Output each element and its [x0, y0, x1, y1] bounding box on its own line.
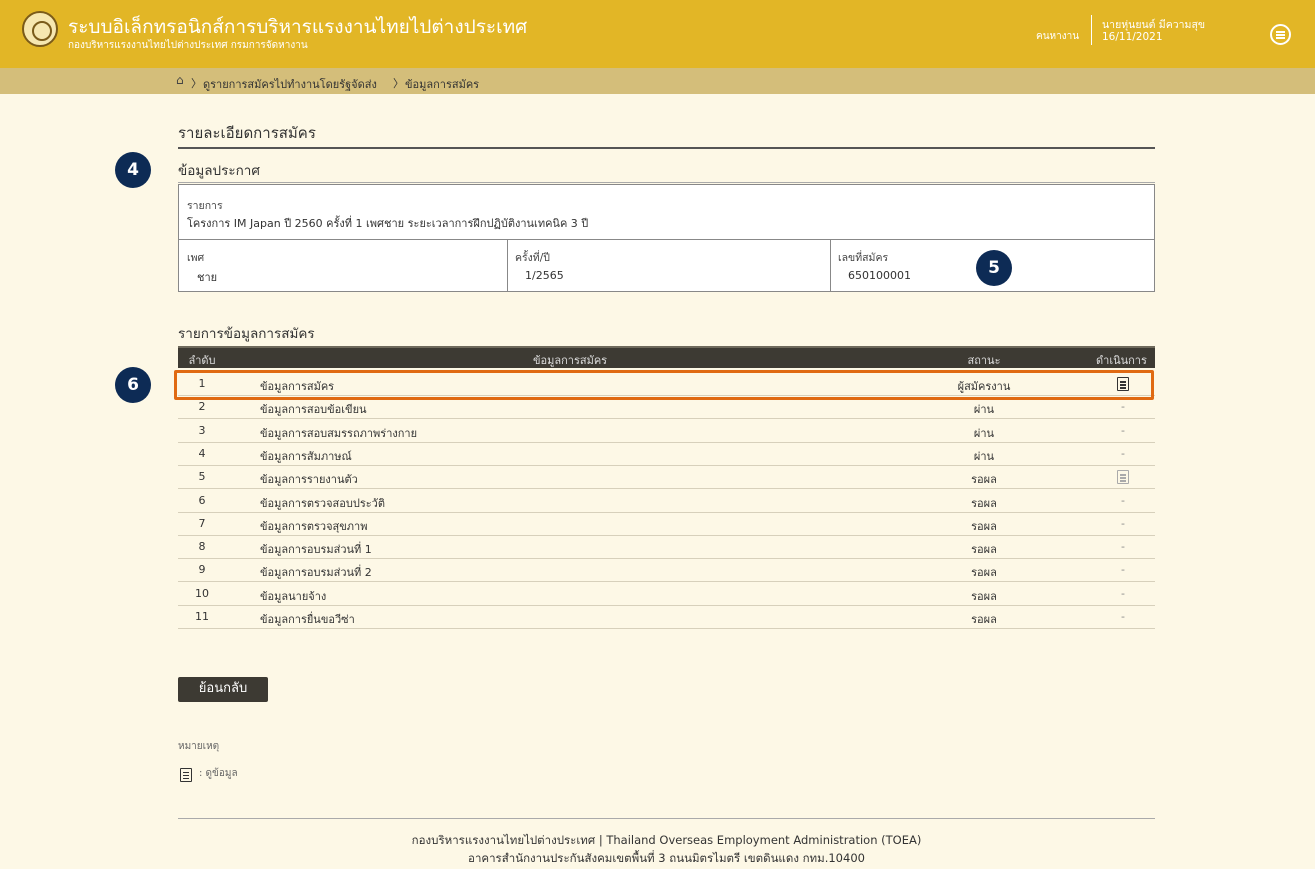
application-number-value: 650100001 [848, 269, 911, 282]
row-title: ข้อมูลการอบรมส่วนที่ 2 [260, 566, 372, 580]
row-action: - [1121, 493, 1125, 507]
row-action: - [1121, 446, 1125, 460]
row-title: ข้อมูลการสอบข้อเขียน [260, 403, 367, 417]
row-status: รอผล [971, 566, 997, 580]
row-status: รอผล [971, 543, 997, 557]
row-number: 3 [198, 423, 206, 437]
row-status: ผ่าน [973, 449, 995, 463]
section-divider [178, 182, 1155, 183]
note-text: : ดูข้อมูล [199, 768, 238, 779]
announcement-section-title: ข้อมูลประกาศ [178, 163, 260, 179]
footer-divider [178, 818, 1155, 819]
row-status: รอผล [971, 496, 997, 510]
row-action: - [1121, 540, 1125, 554]
row-title: ข้อมูลการรายงานตัว [260, 473, 358, 487]
item-value: โครงการ IM Japan ปี 2560 ครั้งที่ 1 เพศช… [187, 217, 589, 230]
row-number: 10 [195, 586, 209, 600]
menu-icon[interactable] [1270, 24, 1291, 45]
table-row: 6 ข้อมูลการตรวจสอบประวัติ รอผล - [178, 490, 1155, 513]
system-subtitle: กองบริหารแรงงานไทยไปต่างประเทศ กรมการจัด… [68, 40, 308, 51]
header-divider [1091, 15, 1092, 45]
document-icon [180, 764, 192, 783]
department-logo [22, 11, 58, 47]
round-value: 1/2565 [525, 269, 564, 282]
breadcrumb-separator-icon: 〉 [191, 77, 202, 90]
row-action: - [1121, 400, 1125, 414]
table-header: ลำดับ ข้อมูลการสมัคร สถานะ ดำเนินการ [178, 346, 1155, 368]
note-label: หมายเหตุ [178, 741, 220, 752]
row-status: รอผล [971, 589, 997, 603]
column-divider [507, 239, 508, 291]
row-status: ผ่าน [973, 403, 995, 417]
row-action: - [1121, 423, 1125, 437]
table-row: 4 ข้อมูลการสัมภาษณ์ ผ่าน - [178, 443, 1155, 466]
view-document-icon [1117, 470, 1129, 485]
top-header: ระบบอิเล็กทรอนิกส์การบริหารแรงงานไทยไปต่… [0, 0, 1315, 68]
current-date: 16/11/2021 [1102, 31, 1163, 43]
row-title: ข้อมูลการตรวจสุขภาพ [260, 519, 368, 533]
row-number: 4 [198, 446, 206, 460]
row-number: 7 [198, 516, 206, 530]
table-row: 3 ข้อมูลการสอบสมรรถภาพร่างกาย ผ่าน - [178, 420, 1155, 443]
row-title: ข้อมูลการยื่นขอวีซ่า [260, 613, 355, 626]
row-number: 6 [198, 493, 206, 507]
row-number: 9 [198, 563, 206, 577]
application-list-title: รายการข้อมูลการสมัคร [178, 326, 315, 342]
title-divider [178, 147, 1155, 149]
highlight-frame [174, 370, 1154, 400]
column-header-info: ข้อมูลการสมัคร [533, 354, 608, 367]
row-title: ข้อมูลการสัมภาษณ์ [260, 449, 352, 463]
row-status: รอผล [971, 613, 997, 626]
column-header-action: ดำเนินการ [1096, 354, 1147, 367]
row-title: ข้อมูลการตรวจสอบประวัติ [260, 496, 385, 510]
gender-label: เพศ [187, 252, 205, 264]
footer-organization: กองบริหารแรงงานไทยไปต่างประเทศ | Thailan… [411, 833, 922, 847]
round-label: ครั้งที่/ปี [515, 252, 550, 264]
application-number-label: เลขที่สมัคร [838, 252, 889, 264]
row-action: - [1121, 563, 1125, 577]
row-title: ข้อมูลการอบรมส่วนที่ 1 [260, 543, 372, 557]
row-number: 2 [198, 400, 206, 414]
gender-value: ชาย [197, 271, 218, 284]
row-divider [179, 239, 1154, 240]
column-header-no: ลำดับ [188, 354, 216, 367]
table-row: 9 ข้อมูลการอบรมส่วนที่ 2 รอผล - [178, 559, 1155, 583]
column-header-status: สถานะ [967, 354, 1001, 367]
back-button[interactable]: ย้อนกลับ [178, 677, 268, 702]
step-badge-6: 6 [115, 367, 151, 403]
row-status: ผ่าน [973, 426, 995, 440]
row-action: - [1121, 586, 1125, 600]
breadcrumb-separator-icon: 〉 [393, 77, 404, 90]
row-status: รอผล [971, 519, 997, 533]
table-row: 8 ข้อมูลการอบรมส่วนที่ 1 รอผล - [178, 536, 1155, 560]
row-action: - [1121, 516, 1125, 530]
breadcrumb-item-current: ข้อมูลการสมัคร [405, 78, 480, 91]
row-number: 5 [198, 470, 206, 484]
row-action: - [1121, 610, 1125, 623]
page-title: รายละเอียดการสมัคร [178, 124, 316, 142]
footer-address: อาคารสำนักงานประกันสังคมเขตพื้นที่ 3 ถนน… [468, 851, 865, 865]
column-divider [830, 239, 831, 291]
table-row: 10 ข้อมูลนายจ้าง รอผล - [178, 583, 1155, 606]
row-status: รอผล [971, 473, 997, 487]
row-number: 11 [195, 610, 209, 623]
row-title: ข้อมูลการสอบสมรรถภาพร่างกาย [260, 426, 418, 440]
home-icon[interactable]: ⌂ [176, 74, 190, 87]
row-title: ข้อมูลนายจ้าง [260, 589, 327, 603]
row-number: 8 [198, 540, 206, 554]
table-row: 7 ข้อมูลการตรวจสุขภาพ รอผล - [178, 513, 1155, 536]
item-label: รายการ [187, 200, 223, 212]
table-row: 11 ข้อมูลการยื่นขอวีซ่า รอผล - [178, 606, 1155, 629]
step-badge-4: 4 [115, 152, 151, 188]
user-role: คนหางาน [1036, 31, 1080, 42]
row-action [1078, 470, 1168, 485]
breadcrumb-item-applications[interactable]: ดูรายการสมัครไปทำงานโดยรัฐจัดส่ง [203, 75, 377, 93]
step-badge-5: 5 [976, 250, 1012, 286]
table-row: 5 ข้อมูลการรายงานตัว รอผล [178, 466, 1155, 490]
